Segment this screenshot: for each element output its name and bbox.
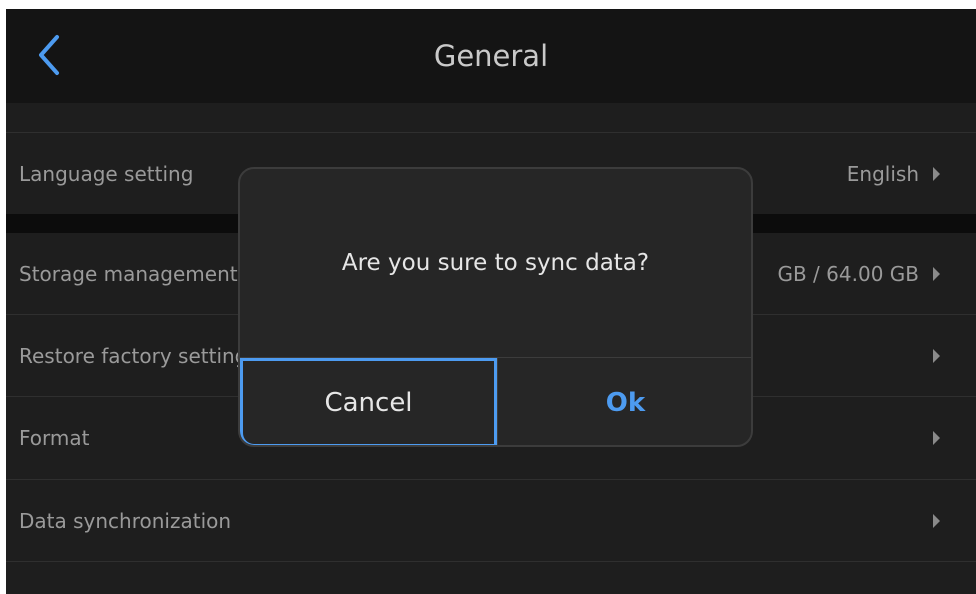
setting-value: GB / 64.00 GB bbox=[777, 261, 919, 286]
confirm-dialog: Are you sure to sync data? Cancel Ok bbox=[238, 167, 753, 447]
setting-label: Restore factory settings bbox=[19, 343, 258, 368]
setting-row-data-sync[interactable]: Data synchronization bbox=[6, 480, 976, 562]
setting-label: Format bbox=[19, 426, 90, 450]
top-spacer bbox=[6, 103, 976, 133]
setting-label: Storage management bbox=[19, 261, 238, 286]
chevron-right-icon bbox=[933, 431, 940, 445]
setting-label: Data synchronization bbox=[19, 508, 232, 533]
setting-value: English bbox=[846, 162, 919, 186]
chevron-right-icon bbox=[933, 348, 940, 363]
chevron-right-icon bbox=[933, 266, 940, 281]
page-title: General bbox=[433, 39, 549, 73]
dialog-message: Are you sure to sync data? bbox=[341, 250, 650, 276]
chevron-right-icon bbox=[933, 167, 940, 181]
setting-label: Language setting bbox=[19, 162, 194, 186]
top-bar: General bbox=[6, 9, 976, 103]
chevron-right-icon bbox=[933, 513, 940, 528]
cancel-button[interactable]: Cancel bbox=[240, 358, 497, 445]
ok-button[interactable]: Ok bbox=[498, 358, 751, 445]
settings-screen: General Language setting English Storage… bbox=[6, 9, 976, 594]
